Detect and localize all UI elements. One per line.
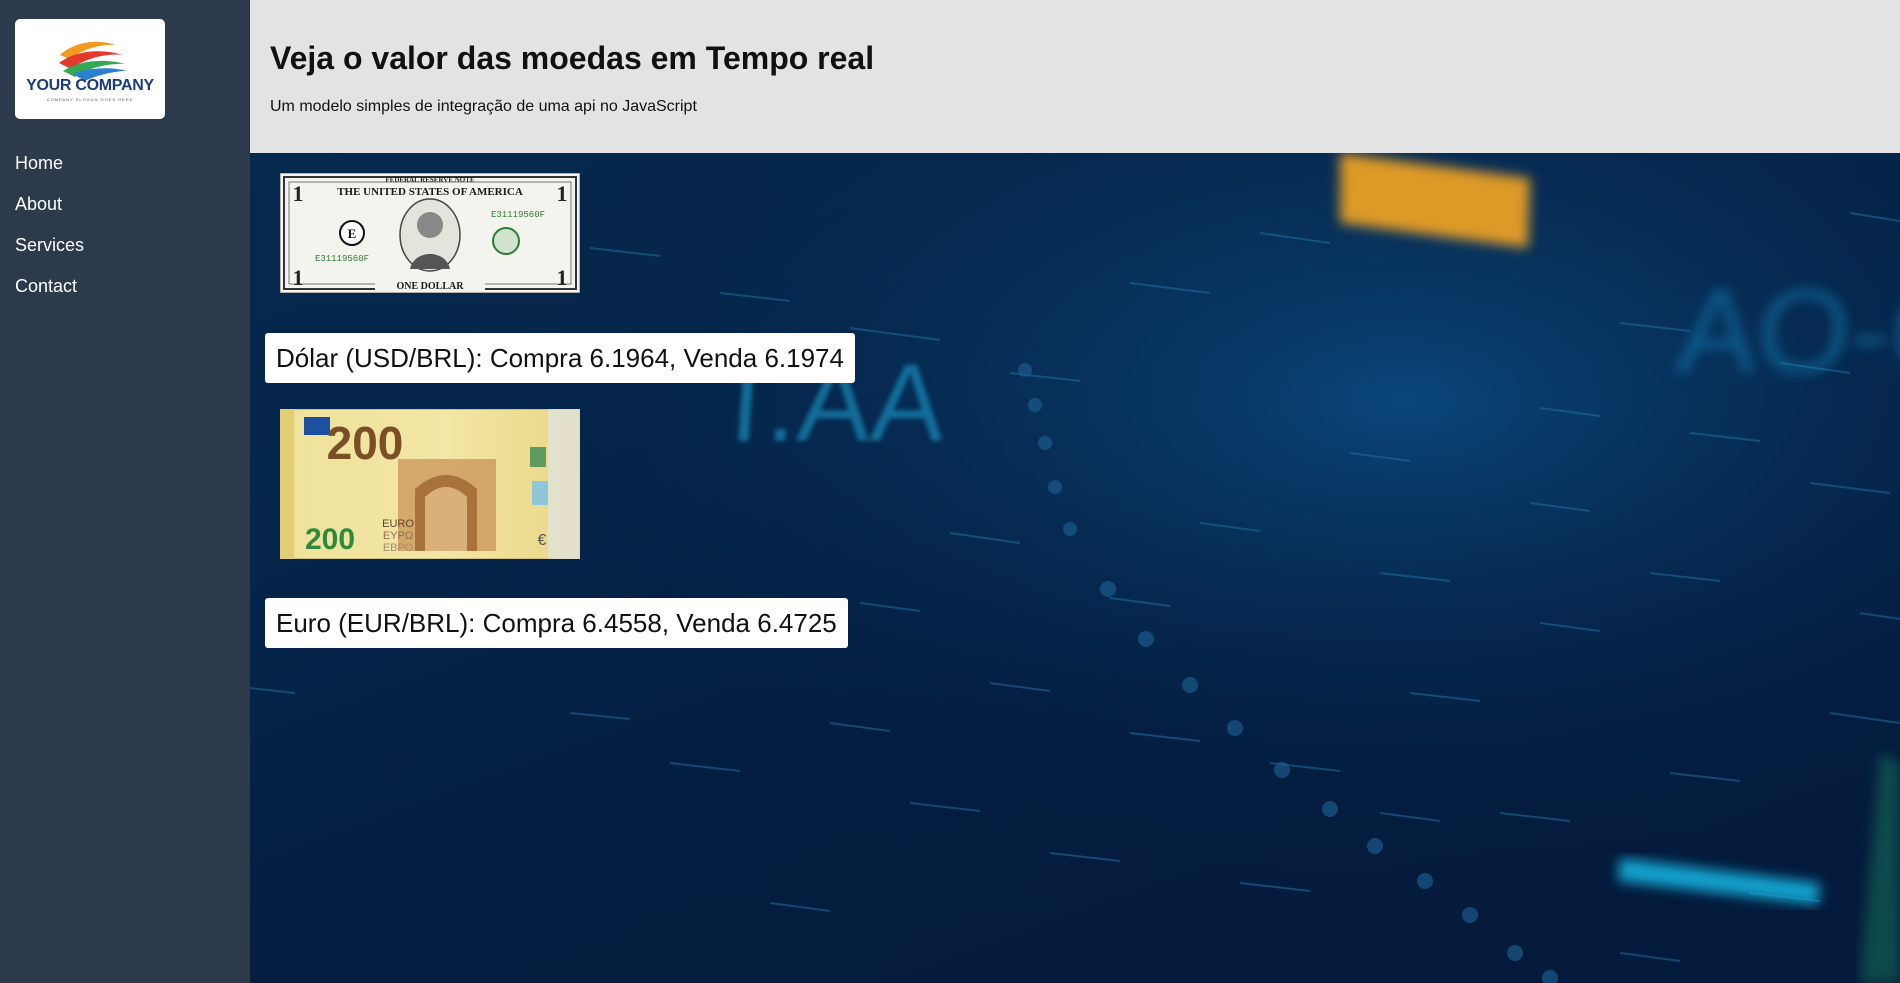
- euro-label-cyrillic: ЕВРО: [383, 542, 414, 554]
- sidebar-nav: Home About Services Contact: [15, 153, 84, 317]
- company-logo[interactable]: YOUR COMPANY COMPANY SLOGAN GOES HERE: [15, 19, 165, 119]
- dollar-serial-top: E31119560F: [491, 210, 545, 220]
- dollar-header-text: FEDERAL RESERVE NOTE: [385, 176, 475, 184]
- euro-value-bottom: 200: [305, 523, 355, 556]
- svg-text:1: 1: [293, 181, 304, 206]
- page-header: Veja o valor das moedas em Tempo real Um…: [250, 0, 1900, 153]
- nav-item-contact: Contact: [15, 276, 84, 317]
- logo-slogan: COMPANY SLOGAN GOES HERE: [46, 97, 134, 102]
- usd-rate-label: Dólar (USD/BRL): Compra 6.1964, Venda 6.…: [265, 333, 855, 383]
- nav-item-about: About: [15, 194, 84, 235]
- svg-text:1: 1: [557, 265, 568, 290]
- euro-label: EURO: [382, 518, 414, 530]
- svg-text:€: €: [538, 532, 547, 549]
- dollar-seal-letter: E: [348, 226, 357, 241]
- svg-text:1: 1: [557, 181, 568, 206]
- sidebar: YOUR COMPANY COMPANY SLOGAN GOES HERE Ho…: [0, 0, 250, 983]
- dollar-country-text: THE UNITED STATES OF AMERICA: [337, 186, 523, 198]
- nav-item-services: Services: [15, 235, 84, 276]
- logo-name: YOUR COMPANY: [26, 77, 154, 94]
- dollar-denomination-text: ONE DOLLAR: [397, 281, 465, 292]
- page-subtitle: Um modelo simples de integração de uma a…: [270, 98, 697, 115]
- page-title: Veja o valor das moedas em Tempo real: [270, 40, 875, 76]
- nav-link-contact[interactable]: Contact: [15, 276, 77, 297]
- dollar-bill-image: FEDERAL RESERVE NOTE THE UNITED STATES O…: [280, 173, 580, 293]
- main-content: T.AA AO-O FEDERAL RESERVE NOTE THE UNITE…: [250, 153, 1900, 983]
- euro-label-greek: ΕΥΡΩ: [383, 530, 413, 542]
- dollar-serial-bottom: E31119560F: [315, 254, 369, 264]
- nav-link-services[interactable]: Services: [15, 235, 84, 256]
- nav-item-home: Home: [15, 153, 84, 194]
- svg-text:1: 1: [293, 265, 304, 290]
- eur-rate-label: Euro (EUR/BRL): Compra 6.4558, Venda 6.4…: [265, 598, 848, 648]
- euro-value-top: 200: [327, 417, 404, 469]
- nav-link-about[interactable]: About: [15, 194, 62, 215]
- euro-bill-image: 200 200 EURO ΕΥΡΩ ЕВРО €: [280, 409, 580, 559]
- nav-link-home[interactable]: Home: [15, 153, 63, 174]
- logo-swoosh-icon: [59, 41, 127, 81]
- bg-text-2: AO-O: [1673, 265, 1900, 399]
